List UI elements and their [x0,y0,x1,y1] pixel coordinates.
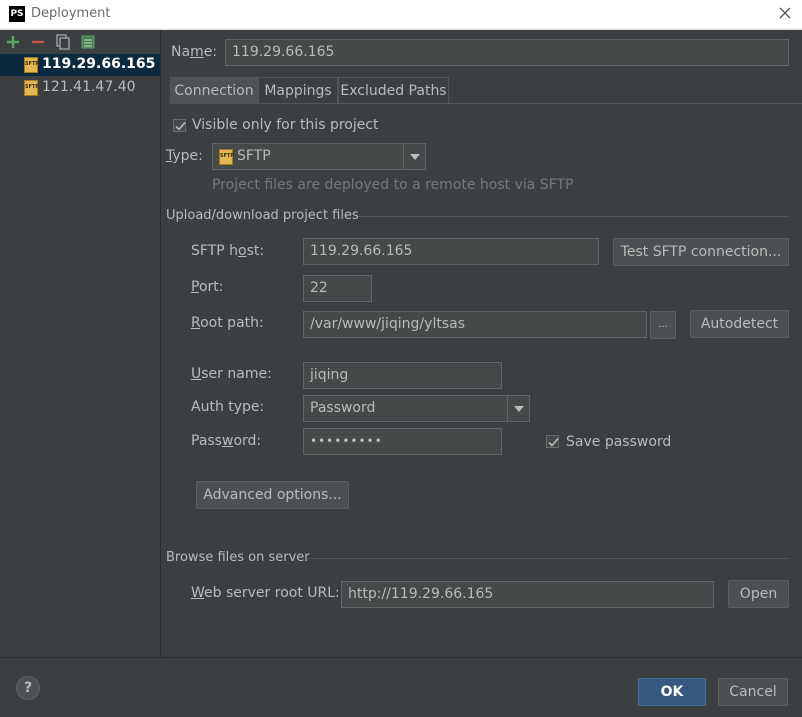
remove-icon [32,40,44,44]
browse-section-title: Browse files on server [166,550,310,565]
root-path-input[interactable]: /var/www/jiqing/yltsas [303,311,647,338]
name-input[interactable]: 119.29.66.165 [225,39,789,66]
type-hint: Project files are deployed to a remote h… [212,177,574,193]
help-button[interactable]: ? [16,676,40,700]
phpstorm-app-icon: PS [9,6,25,22]
advanced-options-button[interactable]: Advanced options... [196,481,349,509]
footer-divider [0,657,802,658]
server-item-label: 119.29.66.165 [42,56,156,72]
auth-type-select[interactable]: Password [303,395,530,422]
password-input[interactable]: ••••••••• [303,428,502,455]
upload-section-title: Upload/download project files [166,208,359,223]
sftp-icon: SFTP [24,80,39,96]
auth-type-label: Auth type: [191,399,265,415]
tab-mappings[interactable]: Mappings [258,77,338,104]
upload-section-divider [359,216,789,217]
tab-excluded-paths[interactable]: Excluded Paths [338,77,449,104]
add-server-button[interactable] [5,34,21,50]
port-input[interactable]: 22 [303,275,372,302]
user-name-label: User name: [191,366,272,382]
server-list-item[interactable]: SFTP 121.41.47.40 [0,77,160,99]
window-title: Deployment [31,6,111,21]
use-as-default-button[interactable] [80,34,96,50]
type-select[interactable]: SFTP SFTP [212,143,426,170]
copy-icon [56,34,70,50]
sftp-icon: SFTP [24,57,39,73]
name-label: Name: [171,44,218,60]
root-path-label: Root path: [191,315,264,331]
web-url-input[interactable]: http://119.29.66.165 [341,581,714,608]
server-list-panel: SFTP 119.29.66.165 SFTP 121.41.47.40 [0,30,161,657]
auth-type-value: Password [310,400,376,416]
ok-button[interactable]: OK [638,678,706,706]
test-sftp-connection-button[interactable]: Test SFTP connection... [613,238,789,266]
tab-connection[interactable]: Connection [170,77,258,104]
server-item-label: 121.41.47.40 [42,79,136,95]
checkmark-icon [548,437,559,447]
password-label: Password: [191,433,262,449]
type-label: Type: [166,148,203,164]
copy-server-button[interactable] [55,34,71,50]
server-list-item[interactable]: SFTP 119.29.66.165 [0,54,160,76]
sftp-host-label: SFTP host: [191,243,265,259]
browse-root-path-button[interactable]: ... [650,311,676,339]
open-url-button[interactable]: Open [728,580,789,608]
visible-only-checkbox[interactable] [173,119,186,132]
close-button[interactable] [772,3,798,25]
sftp-host-input[interactable]: 119.29.66.165 [303,238,599,265]
save-password-checkbox[interactable] [546,435,559,448]
user-name-input[interactable]: jiqing [303,362,502,389]
web-url-label: Web server root URL: [191,585,340,601]
remove-server-button[interactable] [30,34,46,50]
sftp-icon: SFTP [219,149,234,165]
title-bar: PS Deployment [0,0,802,30]
set-default-icon [81,35,95,49]
type-select-value: SFTP [237,148,271,164]
tab-divider [170,103,802,104]
visible-only-label: Visible only for this project [192,117,379,133]
add-icon [7,36,19,48]
autodetect-button[interactable]: Autodetect [690,310,789,338]
browse-section-divider [306,558,789,559]
chevron-down-icon [507,396,529,421]
cancel-button[interactable]: Cancel [718,678,788,706]
close-icon [779,7,791,19]
save-password-label: Save password [566,434,672,450]
checkmark-icon [175,121,186,131]
port-label: Port: [191,279,224,295]
chevron-down-icon [403,144,425,169]
